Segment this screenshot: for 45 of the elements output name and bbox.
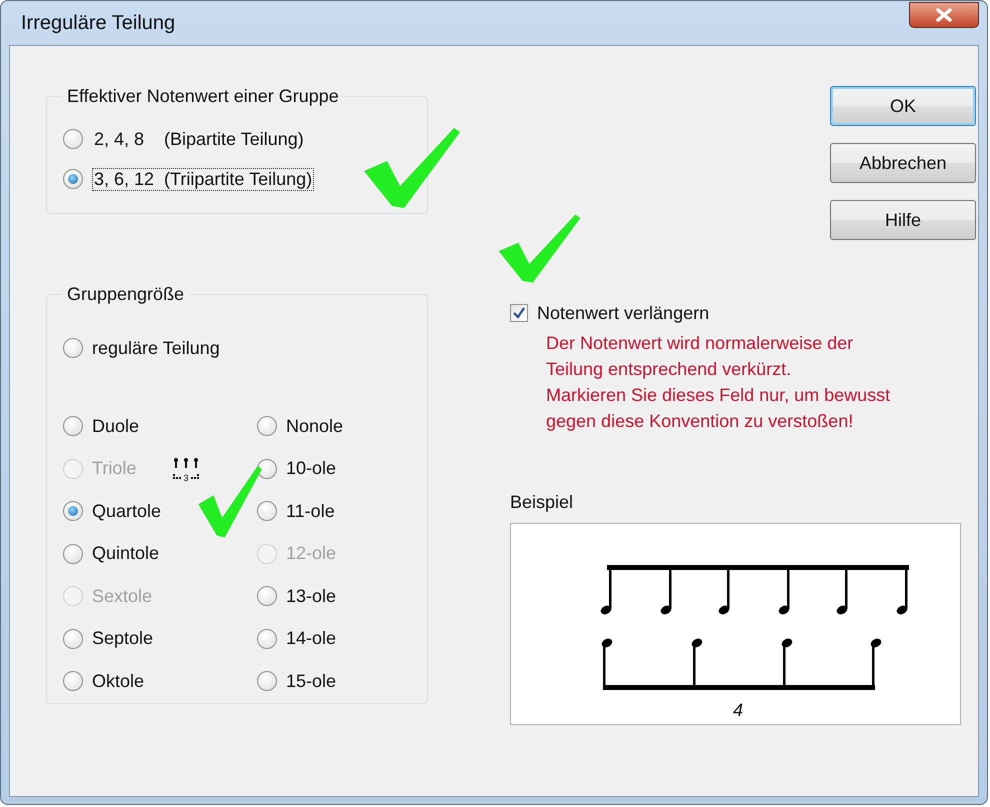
dialog-button[interactable]: OK: [830, 86, 976, 126]
tuplet-number: 4: [733, 700, 743, 720]
checkbox[interactable]: [510, 304, 528, 322]
radio-button[interactable]: [63, 501, 83, 521]
group-title: Gruppengröße: [66, 284, 186, 305]
radio-button[interactable]: [63, 338, 83, 358]
radio-button[interactable]: [257, 501, 277, 521]
window-title: Irreguläre Teilung: [20, 12, 176, 34]
radio-option[interactable]: Septole: [63, 618, 257, 660]
annotation-checkmark-icon: [362, 126, 462, 211]
dialog-button[interactable]: Abbrechen: [830, 143, 976, 183]
group-title: Effektiver Notenwert einer Gruppe: [66, 86, 340, 107]
radio-button[interactable]: [257, 628, 277, 648]
checkbox-option[interactable]: Notenwert verlängern: [510, 298, 970, 328]
dialog-button[interactable]: Hilfe: [830, 200, 976, 240]
annotation-checkmark-icon: [197, 464, 263, 540]
radio-button[interactable]: [257, 458, 277, 478]
close-button[interactable]: [909, 2, 979, 28]
triplet-notes-icon: [174, 458, 198, 468]
radio-option[interactable]: Duole: [63, 405, 257, 447]
radio-button[interactable]: [63, 628, 83, 648]
radio-option[interactable]: 15-ole: [257, 660, 407, 702]
radio-option[interactable]: Quintole: [63, 532, 257, 574]
radio-option[interactable]: 2, 4, 8 (Bipartite Teilung): [63, 119, 411, 159]
radio-button[interactable]: [257, 671, 277, 691]
check-icon: [512, 306, 526, 320]
radio-option[interactable]: Nonole: [257, 405, 407, 447]
radio-option[interactable]: 14-ole: [257, 618, 407, 660]
radio-option[interactable]: 11-ole: [257, 490, 407, 532]
radio-option[interactable]: Oktole: [63, 660, 257, 702]
example-label: Beispiel: [510, 492, 574, 513]
tuplet-number: 3: [184, 472, 189, 482]
radio-option[interactable]: Quartole: [63, 490, 257, 532]
radio-button[interactable]: [257, 416, 277, 436]
radio-option[interactable]: 13-ole: [257, 575, 407, 617]
radio-button[interactable]: [63, 544, 83, 564]
radio-option[interactable]: 3, 6, 12 (Triipartite Teilung): [63, 159, 411, 199]
radio-option[interactable]: reguläre Teilung: [63, 327, 411, 369]
close-icon: [935, 8, 953, 22]
radio-button[interactable]: [257, 586, 277, 606]
warning-text: Der Notenwert wird normalerweise der Teilung entsprechend verkürzt. Markieren Sie dieses Feld nur, um bewusst gegen diese Konvention zu verstoßen!: [546, 332, 892, 433]
radio-button[interactable]: [63, 129, 83, 149]
radio-button[interactable]: [63, 416, 83, 436]
radio-button[interactable]: [63, 169, 83, 189]
radio-button[interactable]: [63, 671, 83, 691]
